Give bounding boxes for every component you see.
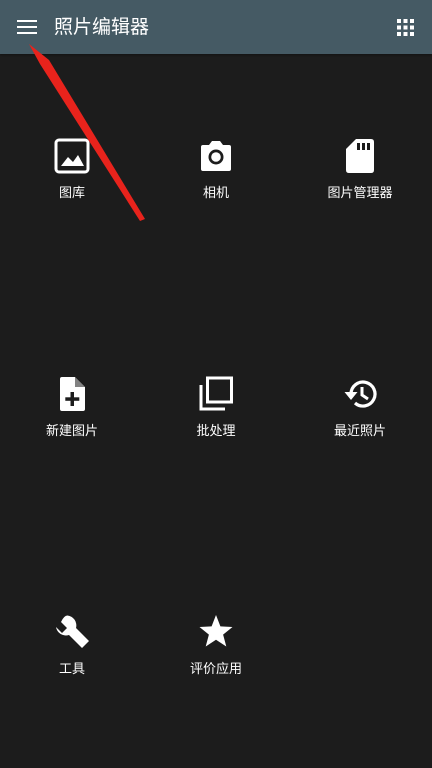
wrench-icon [56,615,89,648]
tile-tools[interactable]: 工具 [0,530,144,768]
tile-image-manager[interactable]: 图片管理器 [288,54,432,292]
tile-rate-app[interactable]: 评价应用 [144,530,288,768]
tile-camera-label: 相机 [202,186,229,201]
tile-gallery-label: 图库 [58,186,85,201]
batch-copy-icon [199,376,233,411]
sd-card-icon [346,139,374,173]
grid-apps-icon [396,18,414,36]
feature-grid: 图库 相机 图片管理器 新建图片 批处理 最近照片 工具 评价应用 [0,54,432,768]
star-icon [199,615,233,647]
tile-batch[interactable]: 批处理 [144,292,288,530]
hamburger-menu-icon [17,20,37,34]
app-bar: 照片编辑器 [0,0,432,54]
tile-gallery[interactable]: 图库 [0,54,144,292]
tile-new-image[interactable]: 新建图片 [0,292,144,530]
tile-recent-photos[interactable]: 最近照片 [288,292,432,530]
add-file-icon [60,377,85,411]
apps-grid-button[interactable] [389,11,421,43]
menu-button[interactable] [9,9,45,45]
image-icon [54,138,90,174]
tile-rate-app-label: 评价应用 [189,662,242,677]
page-title: 照片编辑器 [54,16,150,38]
tile-new-image-label: 新建图片 [45,424,98,439]
tile-camera[interactable]: 相机 [144,54,288,292]
app-screen: 照片编辑器 图库 相机 图片管理器 新建图片 批处理 最近照片 工具 评价应用 [0,0,432,768]
camera-icon [201,141,231,171]
tile-image-manager-label: 图片管理器 [327,186,393,201]
history-icon [344,380,377,408]
tile-tools-label: 工具 [58,662,85,677]
tile-recent-photos-label: 最近照片 [333,424,386,439]
tile-batch-label: 批处理 [196,424,236,439]
